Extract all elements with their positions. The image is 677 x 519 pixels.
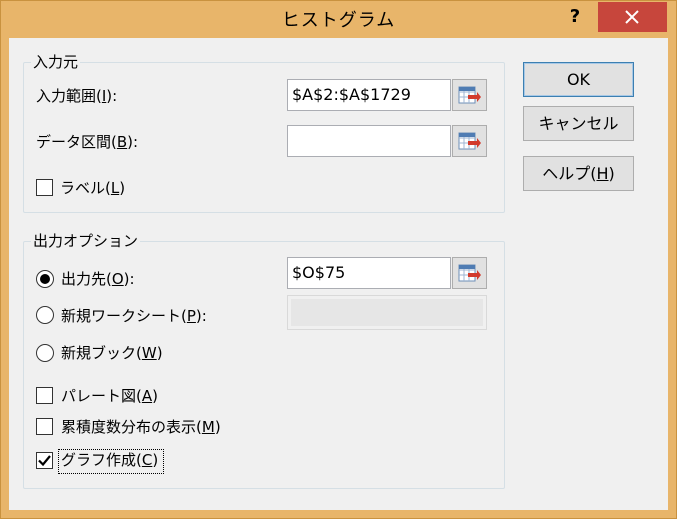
output-group-title: 出力オプション	[31, 232, 141, 250]
cumulative-label[interactable]: 累積度数分布の表示(M)	[61, 417, 221, 437]
close-button[interactable]	[598, 2, 667, 32]
input-range-label: 入力範囲(I):	[36, 87, 118, 105]
radio-selected-dot	[40, 274, 50, 284]
bin-range-selector-button[interactable]	[452, 125, 487, 157]
range-selector-icon	[458, 132, 481, 150]
range-selector-icon	[458, 86, 481, 104]
input-range-selector-button[interactable]	[452, 79, 487, 111]
checkmark-icon	[38, 455, 51, 467]
new-workbook-label[interactable]: 新規ブック(W)	[61, 343, 163, 363]
title-bar[interactable]: ヒストグラム ?	[1, 1, 676, 38]
ok-button[interactable]: OK	[523, 62, 634, 97]
new-worksheet-field-inner	[291, 299, 483, 326]
new-workbook-radio[interactable]	[36, 344, 54, 362]
help-icon[interactable]: ?	[557, 4, 593, 30]
bin-range-label: データ区間(B):	[36, 133, 139, 151]
input-group-title: 入力元	[31, 53, 81, 71]
pareto-checkbox[interactable]	[36, 387, 53, 404]
output-range-radio[interactable]	[36, 270, 54, 288]
new-worksheet-label[interactable]: 新規ワークシート(P):	[61, 306, 207, 326]
new-worksheet-radio[interactable]	[36, 306, 54, 324]
cancel-button[interactable]: キャンセル	[523, 106, 634, 141]
cumulative-checkbox[interactable]	[36, 418, 53, 435]
close-icon	[625, 10, 639, 24]
labels-checkbox-label[interactable]: ラベル(L)	[60, 178, 125, 198]
chart-output-label[interactable]: グラフ作成(C)	[61, 450, 158, 470]
range-selector-icon	[458, 264, 481, 282]
pareto-label[interactable]: パレート図(A)	[61, 386, 158, 406]
help-button[interactable]: ヘルプ(H)	[523, 156, 634, 191]
dialog-body: 入力元 入力範囲(I): $A$2:$A$1729 データ区間(B): ラベル(…	[9, 38, 668, 510]
labels-checkbox[interactable]	[36, 179, 53, 196]
output-range-label[interactable]: 出力先(O):	[61, 269, 135, 289]
output-range-field[interactable]: $O$75	[287, 257, 451, 289]
histogram-dialog: ヒストグラム ? 入力元 入力範囲(I): $A$2:$A$1729 データ区間…	[0, 0, 677, 519]
new-worksheet-field	[287, 295, 487, 330]
input-range-field[interactable]: $A$2:$A$1729	[287, 79, 451, 111]
bin-range-field[interactable]	[287, 125, 451, 157]
chart-output-checkbox[interactable]	[36, 452, 53, 469]
output-range-selector-button[interactable]	[452, 257, 487, 289]
